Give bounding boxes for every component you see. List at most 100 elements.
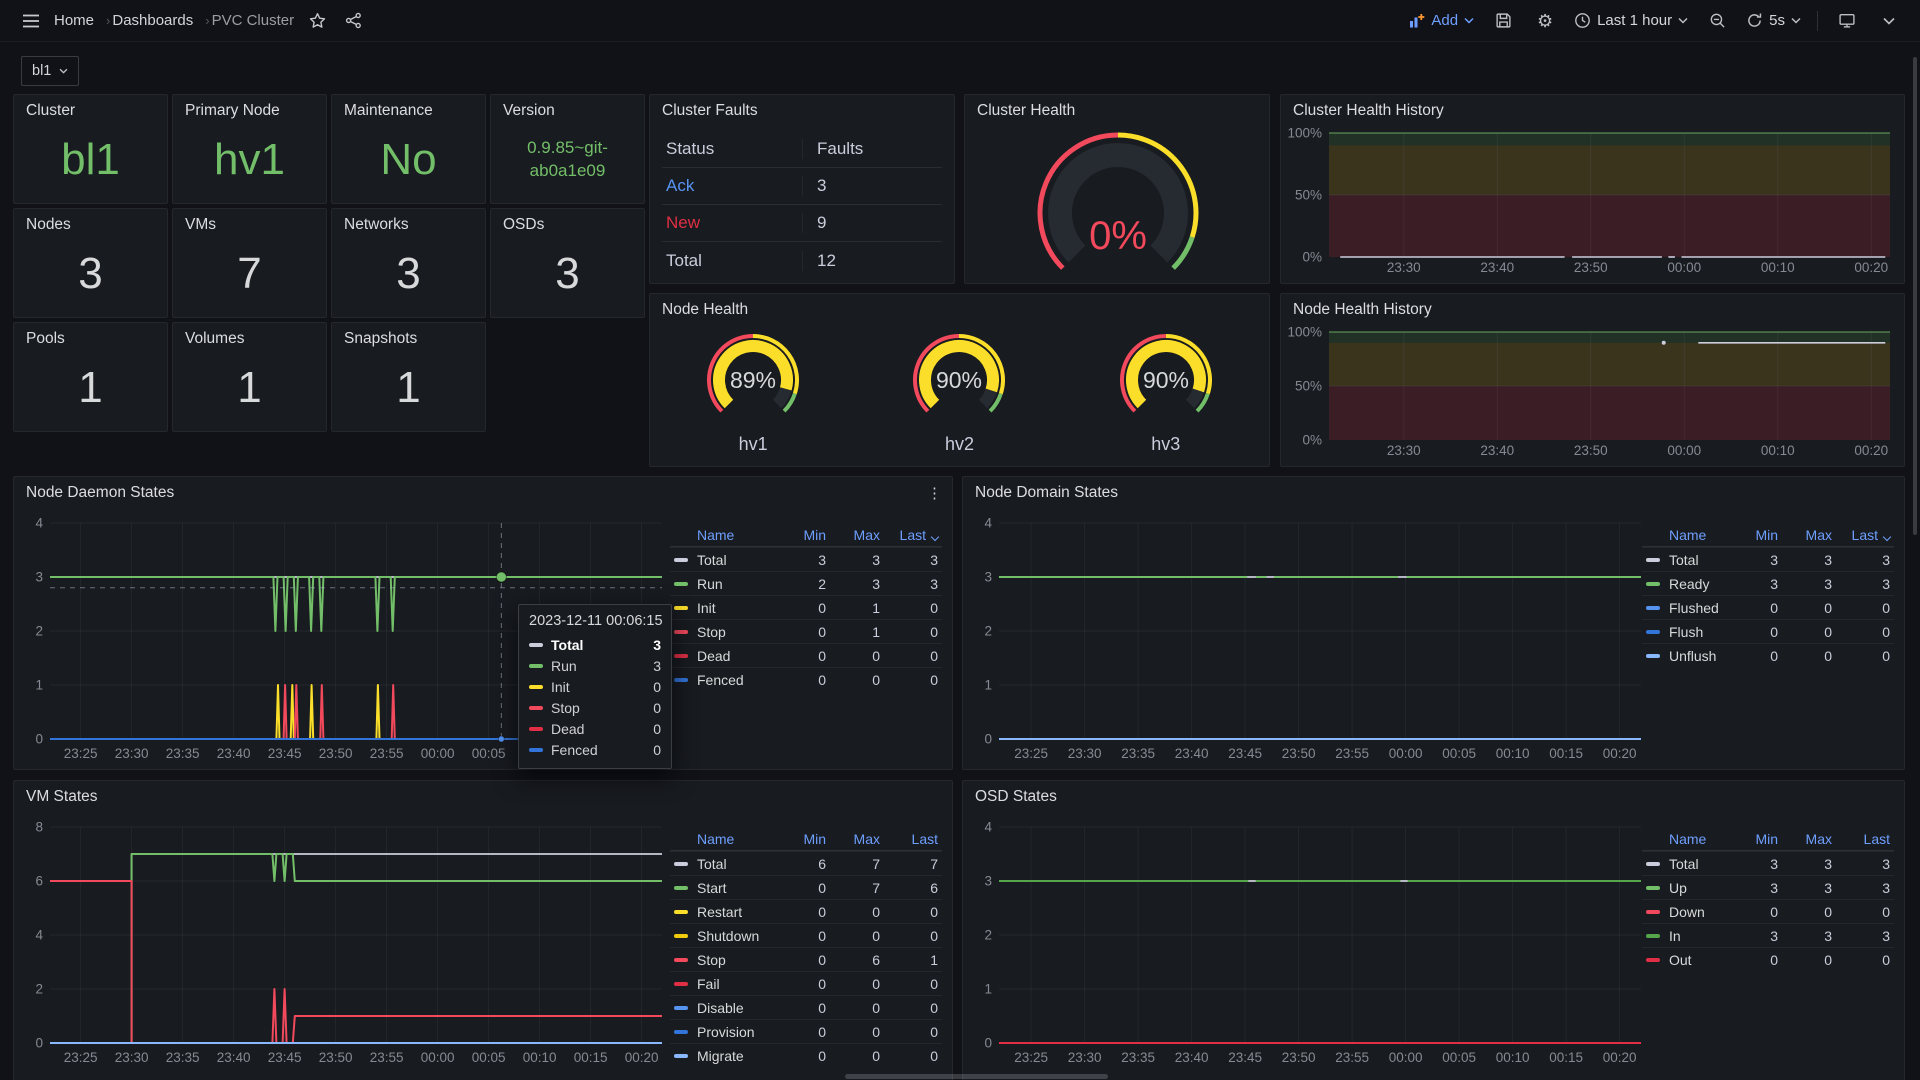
node-health-history-chart[interactable]: 0%50%100%23:3023:4023:5000:0000:1000:20 (1287, 324, 1900, 462)
star-icon[interactable] (304, 8, 330, 34)
share-icon[interactable] (340, 8, 366, 34)
legend-series-label[interactable]: Unflush (1642, 648, 1732, 664)
legend-series-label[interactable]: Total (1642, 856, 1732, 872)
svg-text:23:45: 23:45 (1228, 746, 1262, 761)
svg-text:1: 1 (984, 982, 992, 997)
kiosk-tv-icon[interactable] (1834, 8, 1860, 34)
breadcrumb-separator: › (106, 13, 110, 28)
tooltip-row: Total3 (529, 634, 661, 655)
series-color-swatch (674, 982, 688, 986)
svg-text:2: 2 (984, 624, 992, 639)
legend-series-label[interactable]: Out (1642, 952, 1732, 968)
legend-row: Flush000 (1642, 619, 1894, 643)
panel-title[interactable]: Cluster Faults (650, 95, 954, 125)
legend-row: Fenced000 (670, 667, 942, 691)
panel-menu-icon[interactable]: ⋮ (927, 484, 942, 502)
panel-title[interactable]: Cluster Health History (1281, 95, 1904, 125)
legend-series-label[interactable]: Flush (1642, 624, 1732, 640)
legend-row: Out000 (1642, 947, 1894, 971)
svg-text:00:15: 00:15 (1549, 1050, 1583, 1065)
breadcrumb-dashboards[interactable]: Dashboards (112, 12, 193, 29)
time-range-picker[interactable]: Last 1 hour (1574, 12, 1688, 29)
top-nav: Home › Dashboards › PVC Cluster Add ⚙ (0, 0, 1920, 42)
legend-row: Total333 (1642, 851, 1894, 875)
legend-header[interactable]: NameMinMaxLast (670, 523, 942, 547)
legend-series-label[interactable]: Total (670, 552, 780, 568)
legend-series-label[interactable]: Run (670, 576, 780, 592)
save-dashboard-icon[interactable] (1490, 8, 1516, 34)
zoom-out-icon[interactable] (1704, 8, 1730, 34)
legend-series-label[interactable]: Provision (670, 1024, 780, 1040)
svg-text:23:35: 23:35 (1121, 1050, 1155, 1065)
stat-value: bl1 (14, 121, 167, 199)
legend-header[interactable]: NameMinMaxLast (670, 827, 942, 851)
legend-row: Init010 (670, 595, 942, 619)
breadcrumb-home[interactable]: Home (54, 12, 94, 29)
legend-series-label[interactable]: Stop (670, 624, 780, 640)
legend-series-label[interactable]: Flushed (1642, 600, 1732, 616)
panel-title[interactable]: Cluster Health (965, 95, 1269, 125)
legend-series-label[interactable]: Down (1642, 904, 1732, 920)
legend-series-label[interactable]: Dead (670, 648, 780, 664)
legend-series-label[interactable]: Fenced (670, 672, 780, 688)
panel-node-domain-states: Node Domain States 0123423:2523:3023:352… (962, 476, 1905, 770)
svg-text:90%: 90% (1143, 367, 1189, 393)
panel-title[interactable]: Node Domain States (963, 477, 1904, 507)
panel-title[interactable]: VM States (14, 781, 952, 811)
cluster-health-history-chart[interactable]: 0%50%100%23:3023:4023:5000:0000:1000:20 (1287, 125, 1900, 279)
series-color-swatch (674, 630, 688, 634)
table-header: StatusFaults (662, 131, 942, 168)
stat-value: 3 (14, 235, 167, 313)
variable-dropdown[interactable]: bl1 (21, 56, 79, 86)
chevron-down-icon (59, 68, 68, 74)
table-row: New9 (662, 205, 942, 242)
legend-series-label[interactable]: Shutdown (670, 928, 780, 944)
legend-series-label[interactable]: Stop (670, 952, 780, 968)
legend-series-label[interactable]: Start (670, 880, 780, 896)
svg-text:00:20: 00:20 (1854, 443, 1888, 458)
legend-series-label[interactable]: Up (1642, 880, 1732, 896)
svg-text:23:45: 23:45 (1228, 1050, 1262, 1065)
series-color-swatch (674, 910, 688, 914)
legend-series-label[interactable]: Total (1642, 552, 1732, 568)
legend-series-label[interactable]: Fail (670, 976, 780, 992)
tooltip-row: Run3 (529, 655, 661, 676)
node-domain-states-chart[interactable]: 0123423:2523:3023:3523:4023:4523:5023:55… (969, 511, 1649, 765)
panel-title[interactable]: OSD States (963, 781, 1904, 811)
node-gauge-hv3: 90%hv3 (1066, 324, 1266, 455)
legend-series-label[interactable]: Migrate (670, 1048, 780, 1064)
legend-series-label[interactable]: Ready (1642, 576, 1732, 592)
vertical-scrollbar[interactable] (1913, 57, 1917, 535)
series-color-swatch (674, 934, 688, 938)
svg-text:00:10: 00:10 (1496, 1050, 1530, 1065)
legend-header[interactable]: NameMinMaxLast (1642, 827, 1894, 851)
chevron-down-icon (1791, 17, 1801, 24)
vm-states-chart[interactable]: 0246823:2523:3023:3523:4023:4523:5023:55… (20, 815, 670, 1069)
svg-text:00:10: 00:10 (1496, 746, 1530, 761)
legend-row: Restart000 (670, 899, 942, 923)
svg-text:6: 6 (35, 874, 43, 889)
legend-series-label[interactable]: In (1642, 928, 1732, 944)
panel-title[interactable]: Node Health (650, 294, 1269, 324)
legend-header[interactable]: NameMinMaxLast (1642, 523, 1894, 547)
svg-text:50%: 50% (1295, 379, 1322, 394)
panel-title[interactable]: Node Daemon States (14, 477, 952, 507)
legend-row: Run233 (670, 571, 942, 595)
legend-series-label[interactable]: Total (670, 856, 780, 872)
legend-series-label[interactable]: Disable (670, 1000, 780, 1016)
refresh-picker[interactable]: 5s (1746, 12, 1801, 29)
chevron-down-icon[interactable] (1876, 8, 1902, 34)
panel-title[interactable]: Node Health History (1281, 294, 1904, 324)
horizontal-scrollbar[interactable] (845, 1074, 1108, 1079)
legend-series-label[interactable]: Restart (670, 904, 780, 920)
stat-panel-networks: Networks3 (331, 208, 486, 318)
dashboard-settings-icon[interactable]: ⚙ (1532, 8, 1558, 34)
tooltip-row: Fenced0 (529, 739, 661, 760)
legend-series-label[interactable]: Init (670, 600, 780, 616)
add-button[interactable]: Add (1408, 12, 1474, 29)
svg-text:23:30: 23:30 (1068, 1050, 1102, 1065)
svg-text:23:45: 23:45 (268, 746, 302, 761)
menu-icon[interactable] (18, 8, 44, 34)
svg-text:23:35: 23:35 (1121, 746, 1155, 761)
osd-states-chart[interactable]: 0123423:2523:3023:3523:4023:4523:5023:55… (969, 815, 1649, 1069)
